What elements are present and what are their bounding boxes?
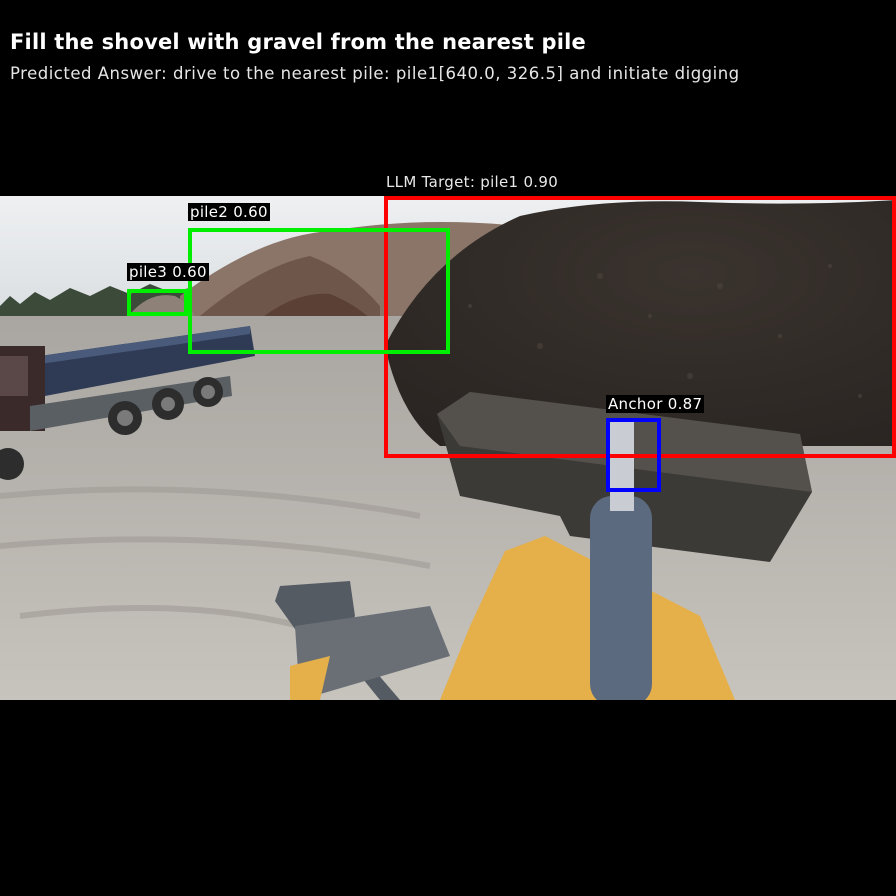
target-label: LLM Target: pile1 0.90 bbox=[386, 173, 559, 191]
anchor-box bbox=[606, 418, 661, 492]
pile2-label: pile2 0.60 bbox=[188, 203, 270, 221]
anchor-label: Anchor 0.87 bbox=[606, 395, 705, 413]
pile3-box bbox=[127, 289, 188, 316]
pile2-box bbox=[188, 228, 450, 354]
camera-view: pile2 0.60 pile3 0.60 Anchor 0.87 bbox=[0, 196, 896, 700]
predicted-answer: Predicted Answer: drive to the nearest p… bbox=[10, 64, 740, 83]
instruction-title: Fill the shovel with gravel from the nea… bbox=[10, 30, 586, 54]
pile3-label: pile3 0.60 bbox=[127, 263, 209, 281]
